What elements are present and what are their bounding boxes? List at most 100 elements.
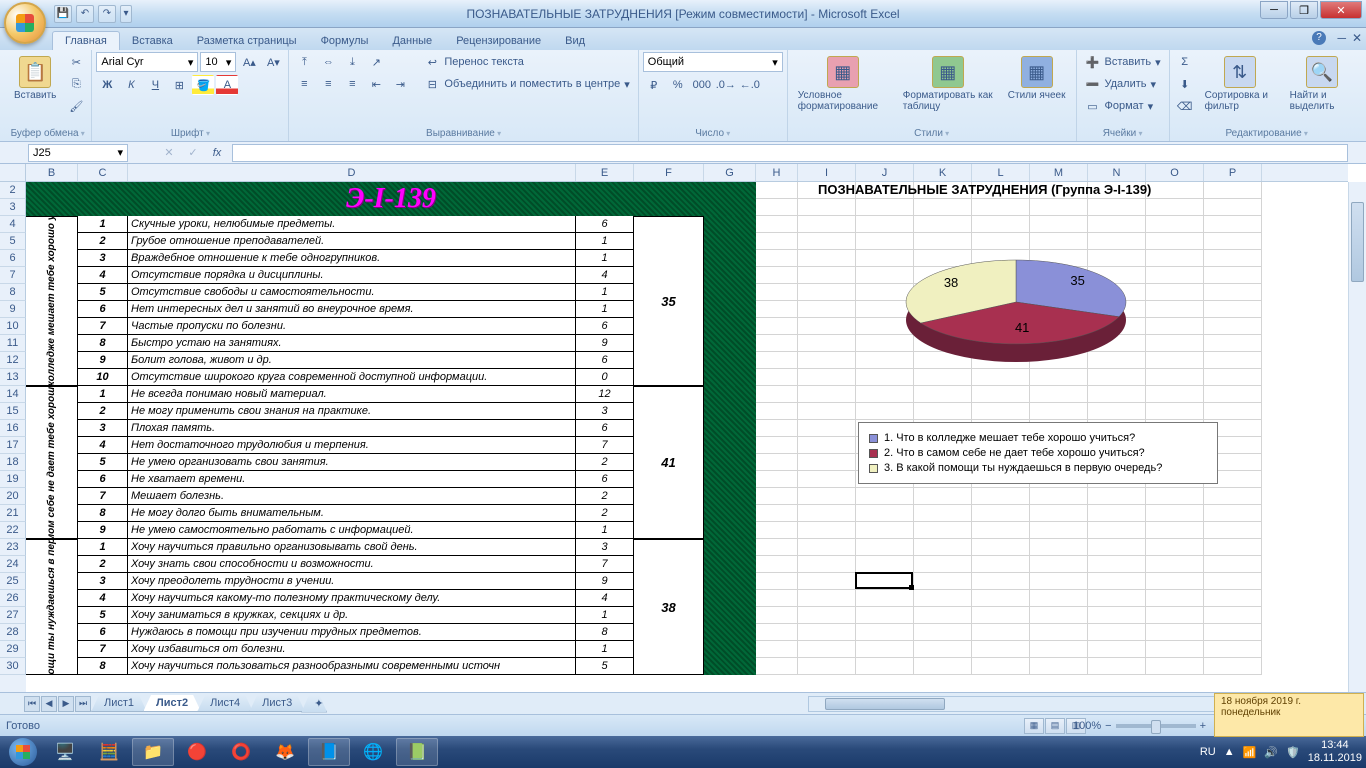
- comma-icon[interactable]: 000: [691, 75, 713, 95]
- empty-cell[interactable]: [1030, 607, 1088, 624]
- cell[interactable]: Хочу научиться какому-то полезному практ…: [128, 590, 576, 607]
- decrease-decimal-icon[interactable]: ←.0: [739, 75, 761, 95]
- cell[interactable]: 2: [576, 488, 634, 505]
- cell[interactable]: 1: [576, 233, 634, 250]
- empty-cell[interactable]: [1146, 199, 1204, 216]
- empty-cell[interactable]: [1146, 386, 1204, 403]
- empty-cell[interactable]: [1204, 556, 1262, 573]
- cell[interactable]: Скучные уроки, нелюбимые предметы.: [128, 216, 576, 233]
- cell[interactable]: Не умею самостоятельно работать с информ…: [128, 522, 576, 539]
- row-header[interactable]: 6: [0, 250, 26, 267]
- empty-cell[interactable]: [798, 658, 856, 675]
- cell[interactable]: 4: [576, 590, 634, 607]
- increase-indent-icon[interactable]: ⇥: [389, 74, 411, 94]
- empty-cell[interactable]: [1146, 250, 1204, 267]
- tab-review[interactable]: Рецензирование: [444, 32, 553, 50]
- sort-filter-button[interactable]: ⇅Сортировка и фильтр: [1199, 52, 1281, 116]
- col-header[interactable]: B: [26, 164, 78, 181]
- tab-view[interactable]: Вид: [553, 32, 597, 50]
- empty-cell[interactable]: [1146, 301, 1204, 318]
- col-header[interactable]: M: [1030, 164, 1088, 181]
- cell[interactable]: 6: [576, 352, 634, 369]
- bold-button[interactable]: Ж: [96, 75, 118, 95]
- col-header[interactable]: D: [128, 164, 576, 181]
- cell[interactable]: 3: [78, 420, 128, 437]
- cell[interactable]: 6: [576, 216, 634, 233]
- cell[interactable]: 9: [576, 573, 634, 590]
- empty-cell[interactable]: [1088, 641, 1146, 658]
- empty-cell[interactable]: [1204, 335, 1262, 352]
- formula-input[interactable]: [232, 144, 1348, 162]
- find-select-button[interactable]: 🔍Найти и выделить: [1284, 52, 1360, 116]
- decrease-font-icon[interactable]: A▾: [262, 52, 284, 72]
- empty-cell[interactable]: [1146, 318, 1204, 335]
- empty-cell[interactable]: [972, 607, 1030, 624]
- fx-icon[interactable]: fx: [206, 143, 228, 163]
- cell[interactable]: 7: [78, 318, 128, 335]
- empty-cell[interactable]: [914, 522, 972, 539]
- empty-cell[interactable]: [798, 607, 856, 624]
- empty-cell[interactable]: [756, 641, 798, 658]
- empty-cell[interactable]: [798, 216, 856, 233]
- empty-cell[interactable]: [914, 556, 972, 573]
- row-header[interactable]: 17: [0, 437, 26, 454]
- empty-cell[interactable]: [1030, 216, 1088, 233]
- empty-cell[interactable]: [972, 624, 1030, 641]
- number-format-select[interactable]: Общий▾: [643, 52, 783, 72]
- cell[interactable]: 5: [78, 607, 128, 624]
- cell[interactable]: Болит голова, живот и др.: [128, 352, 576, 369]
- empty-cell[interactable]: [1146, 539, 1204, 556]
- empty-cell[interactable]: [856, 386, 914, 403]
- empty-cell[interactable]: [1204, 573, 1262, 590]
- fx-cancel-icon[interactable]: ✕: [158, 143, 180, 163]
- empty-cell[interactable]: [1088, 573, 1146, 590]
- cell[interactable]: 1: [78, 216, 128, 233]
- empty-cell[interactable]: [1030, 386, 1088, 403]
- empty-cell[interactable]: [1204, 250, 1262, 267]
- empty-cell[interactable]: [1204, 658, 1262, 675]
- empty-cell[interactable]: [1204, 386, 1262, 403]
- cell[interactable]: Враждебное отношение к тебе одногрупнико…: [128, 250, 576, 267]
- empty-cell[interactable]: [972, 216, 1030, 233]
- empty-cell[interactable]: [1204, 284, 1262, 301]
- cell[interactable]: Отсутствие порядка и дисциплины.: [128, 267, 576, 284]
- view-layout-icon[interactable]: ▤: [1045, 718, 1065, 734]
- start-button[interactable]: [4, 738, 42, 766]
- row-header[interactable]: 24: [0, 556, 26, 573]
- empty-cell[interactable]: [1204, 199, 1262, 216]
- empty-cell[interactable]: [756, 284, 798, 301]
- empty-cell[interactable]: [972, 505, 1030, 522]
- cell[interactable]: Нет достаточного трудолюбия и терпения.: [128, 437, 576, 454]
- empty-cell[interactable]: [856, 216, 914, 233]
- empty-cell[interactable]: [1088, 403, 1146, 420]
- tab-insert[interactable]: Вставка: [120, 32, 185, 50]
- cell[interactable]: 1: [576, 301, 634, 318]
- empty-cell[interactable]: [798, 369, 856, 386]
- row-header[interactable]: 19: [0, 471, 26, 488]
- cell[interactable]: 9: [78, 522, 128, 539]
- tab-data[interactable]: Данные: [380, 32, 444, 50]
- empty-cell[interactable]: [756, 624, 798, 641]
- cell[interactable]: 6: [576, 471, 634, 488]
- zoom-slider[interactable]: [1116, 724, 1196, 728]
- sheet-tab-1[interactable]: Лист1: [91, 695, 147, 712]
- row-header[interactable]: 2: [0, 182, 26, 199]
- cell[interactable]: 4: [78, 267, 128, 284]
- orientation-icon[interactable]: ↗: [365, 52, 387, 72]
- align-top-icon[interactable]: ⤒: [293, 52, 315, 72]
- empty-cell[interactable]: [1146, 352, 1204, 369]
- font-name-select[interactable]: Arial Cyr▾: [96, 52, 198, 72]
- cell[interactable]: Не всегда понимаю новый материал.: [128, 386, 576, 403]
- empty-cell[interactable]: [856, 573, 914, 590]
- empty-cell[interactable]: [1030, 641, 1088, 658]
- empty-cell[interactable]: [1146, 624, 1204, 641]
- cell[interactable]: 3: [78, 250, 128, 267]
- taskbar-app-2[interactable]: 🧮: [88, 738, 130, 766]
- taskbar-app-chrome[interactable]: 🌐: [352, 738, 394, 766]
- col-header[interactable]: P: [1204, 164, 1262, 181]
- cell[interactable]: 8: [78, 658, 128, 675]
- empty-cell[interactable]: [856, 556, 914, 573]
- empty-cell[interactable]: [1146, 573, 1204, 590]
- select-all-corner[interactable]: [0, 164, 26, 182]
- empty-cell[interactable]: [914, 386, 972, 403]
